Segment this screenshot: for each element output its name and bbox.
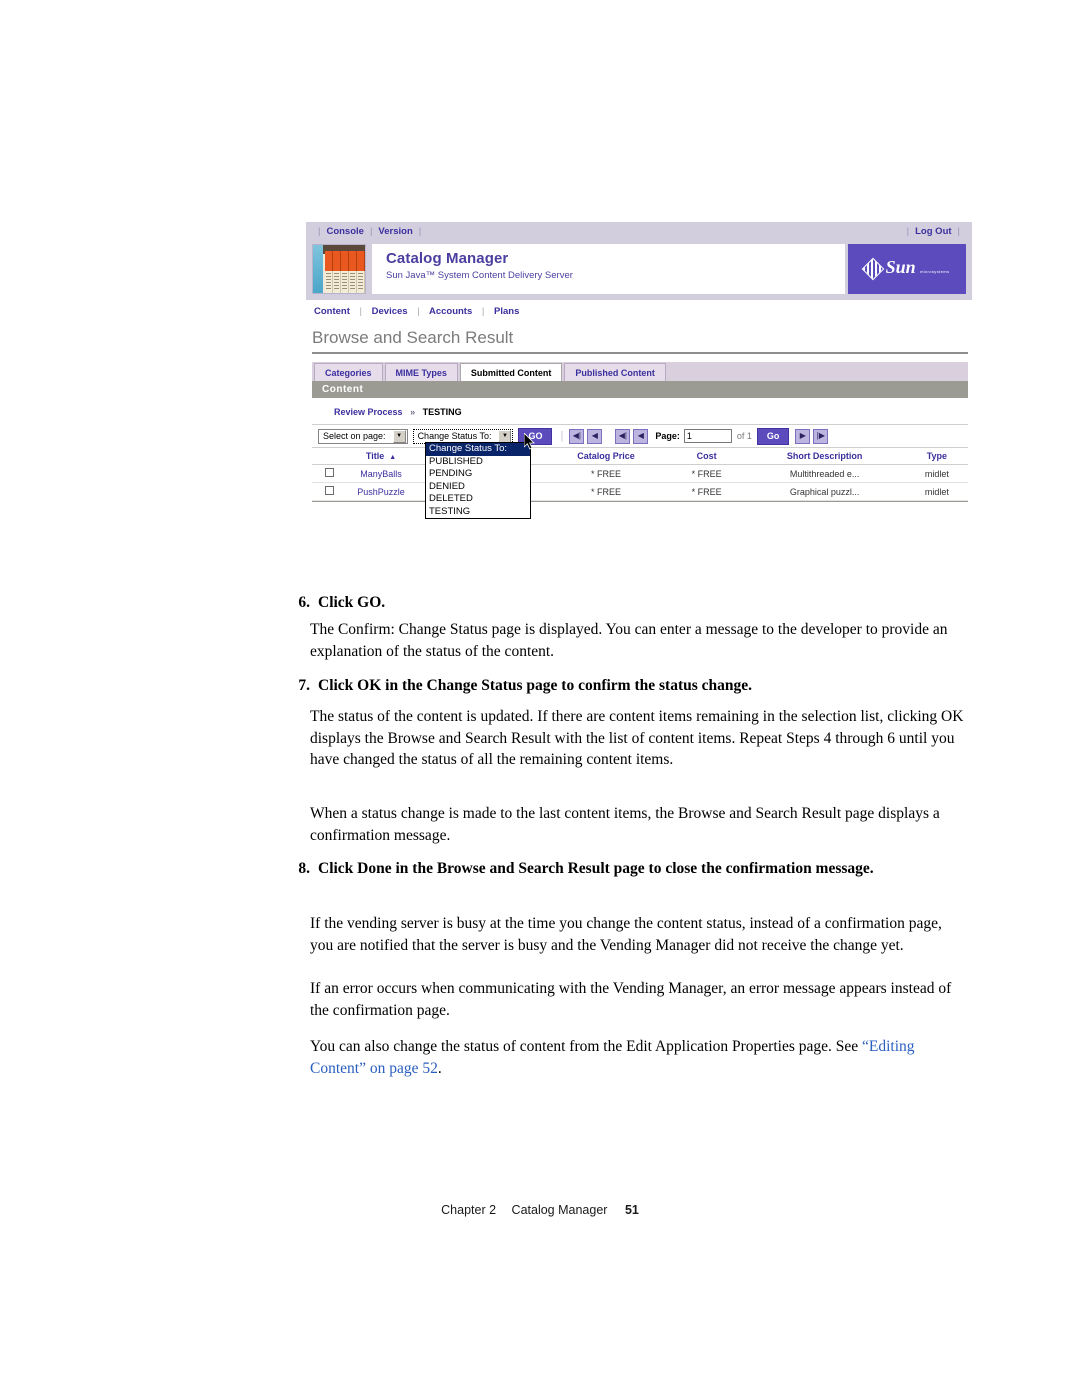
dropdown-option-change-status-to[interactable]: Change Status To: (426, 443, 530, 456)
step-7-number: 7. (298, 677, 310, 694)
dropdown-option-denied[interactable]: DENIED (426, 481, 530, 494)
change-status-dropdown-menu[interactable]: Change Status To: PUBLISHED PENDING DENI… (425, 442, 531, 519)
paragraph-after-step-8-a: If the vending server is busy at the tim… (310, 915, 942, 954)
footer-title: Catalog Manager (511, 1203, 608, 1217)
dropdown-option-testing[interactable]: TESTING (426, 506, 530, 519)
mouse-cursor-icon (524, 433, 535, 450)
dropdown-option-pending[interactable]: PENDING (426, 468, 530, 481)
step-7-text: Click OK in the Change Status page to co… (318, 677, 753, 694)
dropdown-option-deleted[interactable]: DELETED (426, 493, 530, 506)
paragraph-after-step-7-a: The status of the content is updated. If… (310, 708, 964, 768)
step-8: 8. Click Done in the Browse and Search R… (286, 858, 958, 879)
step-6: 6. Click GO. (286, 592, 958, 613)
footer-page-number: 51 (624, 1203, 639, 1217)
paragraph-final: You can also change the status of conten… (310, 1036, 965, 1079)
step-6-text: Click GO. (318, 594, 386, 611)
paragraph-after-step-8-b: If an error occurs when communicating wi… (310, 980, 952, 1019)
footer-chapter: Chapter 2 (441, 1203, 497, 1217)
step-7: 7. Click OK in the Change Status page to… (286, 675, 958, 696)
document-body: 6. Click GO. The Confirm: Change Status … (0, 0, 1080, 1397)
paragraph-final-prefix: You can also change the status of conten… (310, 1038, 862, 1055)
paragraph-final-suffix: . (437, 1059, 442, 1077)
step-8-text: Click Done in the Browse and Search Resu… (318, 860, 874, 877)
step-6-number: 6. (298, 594, 310, 611)
dropdown-option-published[interactable]: PUBLISHED (426, 456, 530, 469)
step-8-number: 8. (298, 860, 310, 877)
paragraph-after-step-6: The Confirm: Change Status page is displ… (310, 621, 948, 660)
page-footer: Chapter 2 Catalog Manager 51 (0, 1203, 1080, 1217)
paragraph-after-step-7-b: When a status change is made to the last… (310, 805, 940, 844)
